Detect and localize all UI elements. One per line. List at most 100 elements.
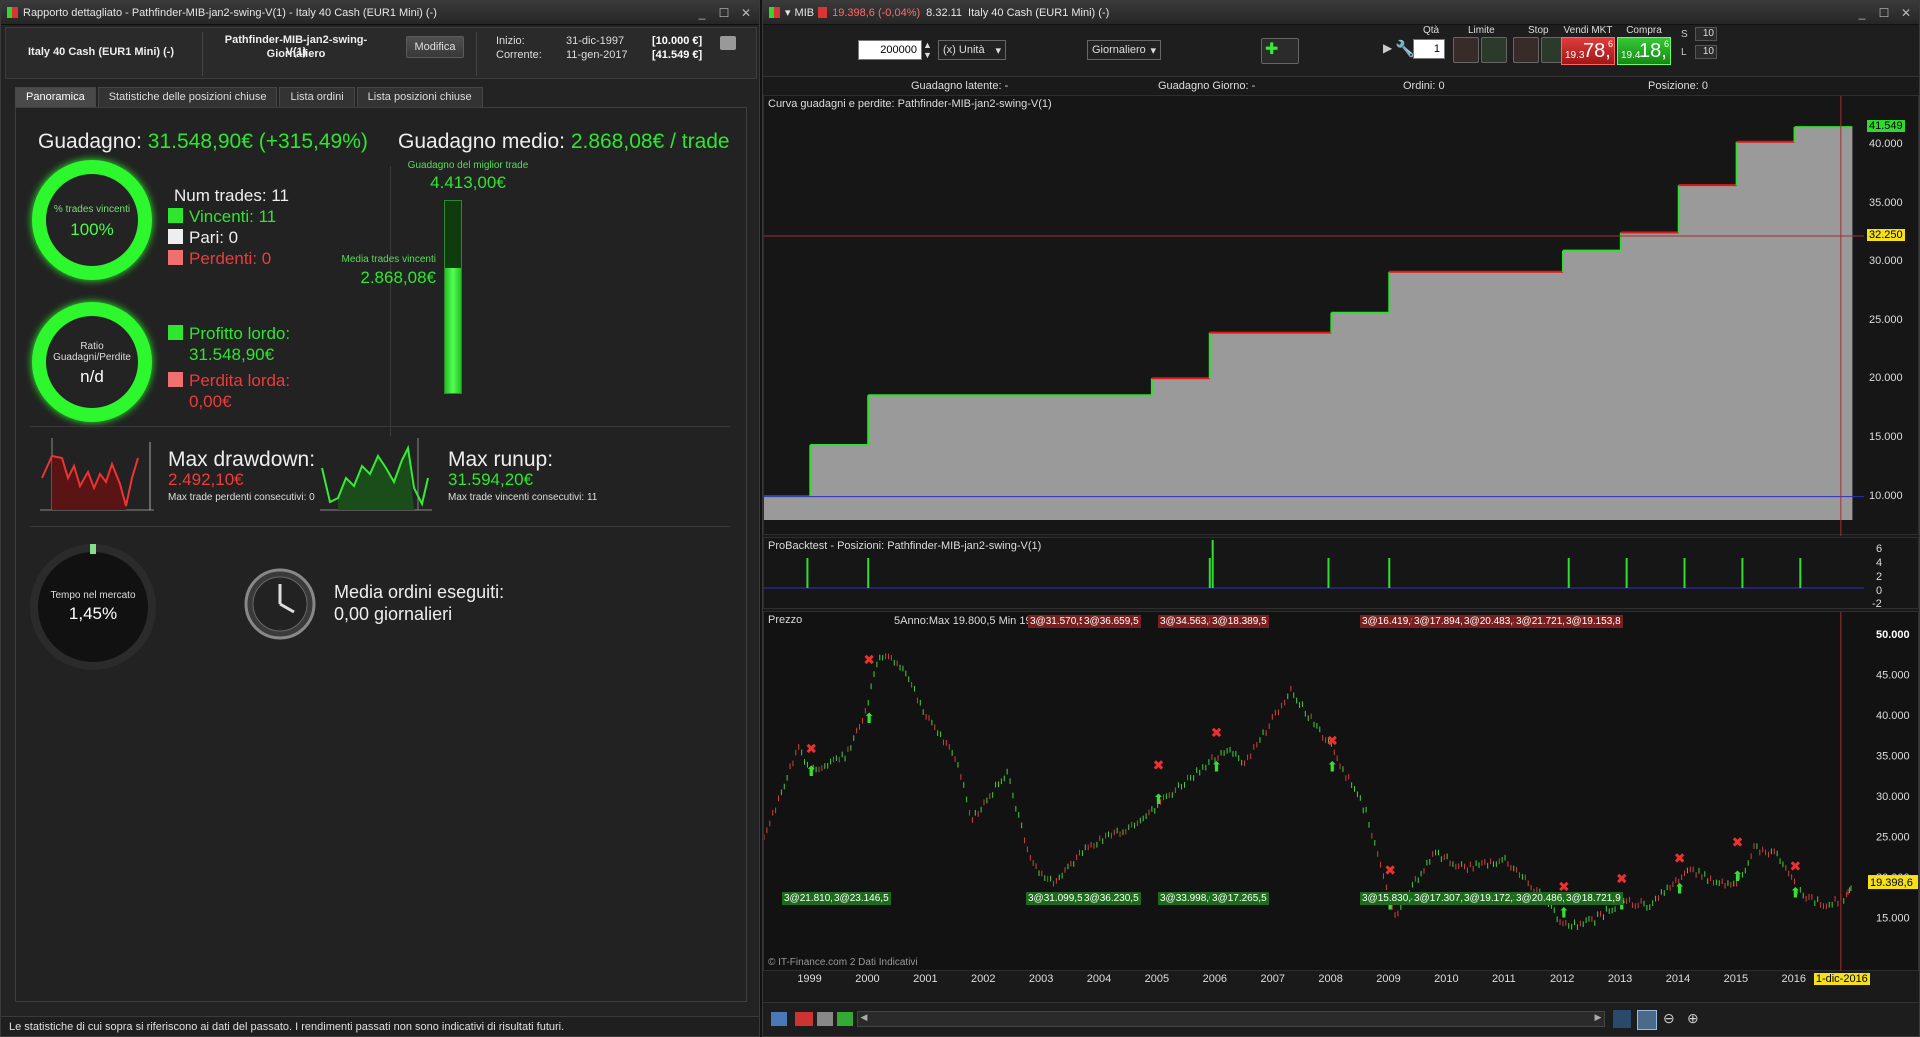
ticker-instrument: Italy 40 Cash (EUR1 Mini) (-) [968, 6, 1110, 19]
panel-toggle-icon[interactable]: ▶ [1383, 41, 1392, 55]
drawdown-sparkline [40, 438, 154, 511]
chart-menu-icon[interactable]: ▾ [785, 6, 791, 19]
gain-value: 31.548,90€ (+315,49%) [147, 130, 368, 153]
order-qty-input[interactable]: 1 [1413, 39, 1445, 59]
wrench-icon[interactable]: 🔧 [1395, 39, 1415, 58]
close-icon[interactable]: ✕ [1899, 6, 1913, 20]
day-gain: Guadagno Giorno: - [1158, 80, 1256, 92]
zoom-in-icon[interactable]: ⊕ [1687, 1010, 1699, 1027]
avg-gain-value: 2.868,08€ / trade [570, 130, 730, 153]
buy-market-button[interactable]: 19.4 18, 6 [1617, 37, 1671, 65]
year-label: 2015 [1723, 973, 1749, 985]
orders-label: Media ordini eseguiti: [334, 582, 505, 602]
exit-tag: 3@31.570,5 [1028, 615, 1087, 628]
gross-loss-row: Perdita lorda: [168, 371, 290, 391]
entry-tag: 3@19.172,3 [1462, 892, 1521, 905]
modify-button[interactable]: Modifica [406, 36, 464, 58]
price-axis-label: 35.000 [1876, 751, 1910, 763]
entry-arrow-icon: ⬆ [1211, 759, 1223, 775]
ticker-time: 8.32.11 [926, 6, 963, 19]
equity-axis-label: 15.000 [1869, 431, 1903, 444]
runup-value: 31.594,20€ [448, 470, 534, 489]
position-infobar: Guadagno latente: - Guadagno Giorno: - O… [763, 77, 1919, 95]
entry-tag: 3@17.265,5 [1210, 892, 1269, 905]
chart-titlebar: ▾ MIB 19.398,6 (-0,04%) 8.32.11 Italy 40… [763, 1, 1919, 25]
timeframe-value: Giornaliero [1092, 44, 1146, 56]
position-status: Posizione: 0 [1648, 80, 1708, 92]
close-icon[interactable]: ✕ [739, 6, 753, 20]
orders-value: 0,00 giornalieri [334, 604, 453, 624]
year-label: 2013 [1607, 973, 1633, 985]
minimize-icon[interactable]: _ [695, 6, 709, 20]
l-input[interactable]: 10 [1695, 45, 1717, 59]
indicator-add-button[interactable]: ✚ [1261, 38, 1299, 64]
exit-cross-icon: ✖ [1732, 834, 1744, 850]
limit-buy-button[interactable] [1481, 37, 1507, 63]
unit-select[interactable]: (x) Unità ▾ [938, 40, 1006, 60]
quantity-field[interactable]: 200000 [858, 40, 922, 60]
order-toolbar: 200000 ▲ ▼ (x) Unità ▾ Giornaliero ▾ ✚ ▶ 🔧 … [763, 25, 1919, 77]
time-in-market-value: 1,45% [68, 604, 118, 623]
instrument-name: Italy 40 Cash (EUR1 Mini) (-) [28, 46, 175, 58]
win-ring-value: 100% [70, 220, 114, 239]
exit-cross-icon: ✖ [1153, 757, 1165, 773]
calc-icon[interactable] [817, 1012, 833, 1026]
avg-win-label: Media trades vincenti [341, 254, 437, 265]
exit-cross-icon: ✖ [1674, 850, 1686, 866]
tab-overview[interactable]: Panoramica [15, 87, 96, 107]
year-label: 2007 [1260, 973, 1285, 985]
chart-bottombar: ◀ ▶ ⊖ ⊕ [763, 1002, 1919, 1036]
equity-chart [764, 96, 1864, 536]
exit-cross-icon: ✖ [1384, 862, 1396, 878]
print-icon[interactable] [720, 36, 736, 50]
s-input[interactable]: 10 [1695, 27, 1717, 41]
exit-tag: 3@20.483,3 [1462, 615, 1521, 628]
pos-axis-label: 6 [1876, 543, 1883, 555]
app-icon [769, 7, 780, 18]
stop-sell-button[interactable] [1513, 37, 1539, 63]
entry-arrow-icon: ⬆ [1674, 880, 1686, 896]
winners-count: Vincenti: 11 [189, 207, 277, 226]
scroll-left-icon: ◀ [860, 1012, 868, 1022]
sell-market-button[interactable]: 19.3 78, 6 [1561, 37, 1615, 65]
minimize-icon[interactable]: _ [1855, 6, 1869, 20]
horizontal-scrollbar[interactable]: ◀ ▶ [857, 1011, 1605, 1027]
year-label: 2010 [1434, 973, 1459, 985]
tab-closed-stats[interactable]: Statistiche delle posizioni chiuse [97, 87, 278, 107]
l-label: L [1681, 47, 1687, 58]
year-label: 2003 [1028, 973, 1054, 985]
runup-label: Max runup: [448, 448, 554, 471]
zoom-out-icon[interactable]: ⊖ [1663, 1010, 1675, 1027]
limit-label: Limite [1468, 25, 1495, 36]
maximize-icon[interactable]: ☐ [1877, 6, 1891, 20]
latent-gain: Guadagno latente: - [911, 80, 1009, 92]
entry-tag: 3@15.830,4 [1360, 892, 1419, 905]
screenshot-icon[interactable] [771, 1012, 787, 1026]
cursor-date-label: 1-dic-2016 [1813, 973, 1870, 985]
app-icon [7, 7, 18, 18]
win-gauge-fill [445, 268, 461, 393]
runup-sparkline [320, 438, 432, 511]
gain-label: Guadagno: [38, 130, 142, 153]
maximize-icon[interactable]: ☐ [717, 6, 731, 20]
plus-icon: ✚ [1265, 41, 1279, 58]
tab-order-list[interactable]: Lista ordini [279, 87, 355, 107]
entry-arrow-icon: ⬆ [805, 763, 817, 779]
equity-axis-label: 20.000 [1869, 372, 1903, 385]
unit-label: (x) Unità [943, 44, 985, 56]
num-trades: Num trades: 11 [174, 186, 289, 205]
qty-label: Qtà [1423, 25, 1440, 36]
entry-tag: 3@31.099,5 [1026, 892, 1085, 905]
autoscale-icon[interactable] [1613, 1010, 1631, 1028]
report-window: Rapporto dettagliato - Pathfinder-MIB-ja… [0, 0, 760, 1037]
qty-stepper[interactable]: ▲ ▼ [923, 40, 932, 60]
limit-sell-button[interactable] [1453, 37, 1479, 63]
indicator-icon[interactable] [795, 1012, 813, 1026]
chevron-down-icon: ▾ [995, 45, 1001, 57]
tab-closed-list[interactable]: Lista posizioni chiuse [356, 87, 483, 107]
backtest-icon[interactable] [837, 1012, 853, 1026]
zoom-tool-icon[interactable] [1637, 1010, 1657, 1030]
timeframe-select[interactable]: Giornaliero ▾ [1087, 40, 1161, 60]
year-label: 2009 [1376, 973, 1401, 985]
avg-win-value: 2.868,08€ [360, 268, 436, 287]
